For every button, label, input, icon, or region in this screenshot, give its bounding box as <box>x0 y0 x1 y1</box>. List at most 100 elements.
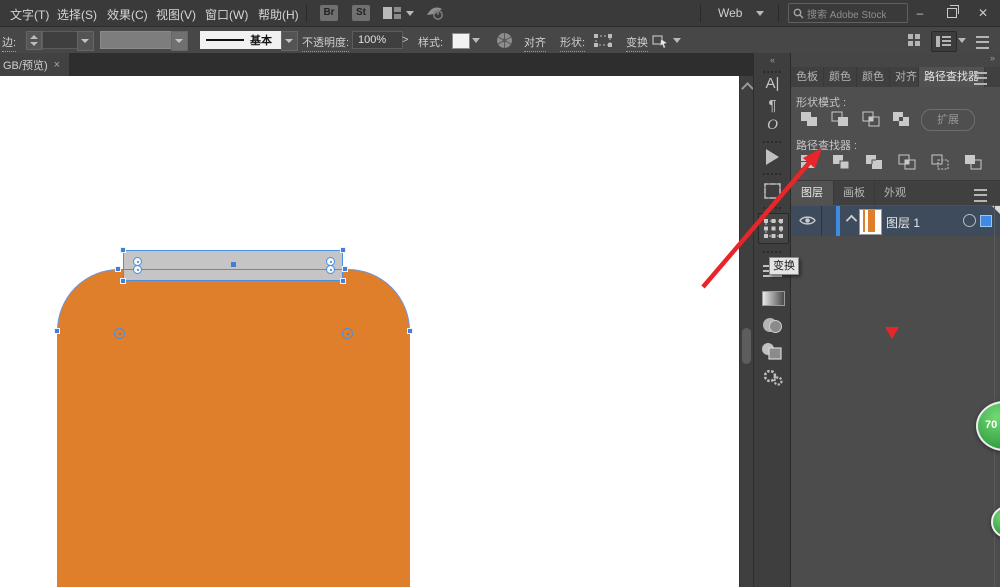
style-chevron-icon[interactable] <box>472 38 480 43</box>
layer-selected-indicator[interactable] <box>980 215 992 227</box>
minimize-button[interactable]: – <box>905 0 935 26</box>
minus-front-icon[interactable] <box>830 110 850 128</box>
character-panel-icon[interactable]: A| <box>754 75 791 92</box>
corner-widget[interactable] <box>114 328 125 339</box>
corner-widget[interactable] <box>342 328 353 339</box>
panel-grip[interactable] <box>763 141 781 143</box>
corner-widget[interactable] <box>326 265 335 274</box>
artboards-panel-icon[interactable] <box>762 181 783 201</box>
opentype-panel-icon[interactable]: O <box>754 117 791 134</box>
transform-chevron-icon[interactable] <box>673 38 681 43</box>
unite-icon[interactable] <box>799 110 819 128</box>
divide-icon[interactable] <box>798 153 818 171</box>
pathfinder-panel-icon[interactable] <box>761 341 784 362</box>
anchor-point[interactable] <box>115 266 121 272</box>
tab-align[interactable]: 对齐 <box>890 67 919 87</box>
menu-help[interactable]: 帮助(H) <box>258 6 299 23</box>
selection-handle[interactable] <box>120 278 126 284</box>
layers-panel-menu-icon[interactable] <box>974 189 987 202</box>
variable-width-dropdown[interactable] <box>100 31 172 49</box>
collapse-panels-icon[interactable]: » <box>990 53 995 63</box>
menu-type[interactable]: 文字(T) <box>10 6 49 23</box>
align-link[interactable]: 对齐 <box>524 34 546 52</box>
arrange-documents-icon[interactable] <box>908 34 921 47</box>
tab-color-guide[interactable]: 颜色 <box>857 67 890 87</box>
layer-thumbnail[interactable] <box>859 209 882 235</box>
corner-widget[interactable] <box>133 265 142 274</box>
anchor-point[interactable] <box>407 328 413 334</box>
layout-chevron-icon[interactable] <box>406 11 414 16</box>
brush-definition-chevron-icon[interactable] <box>281 31 298 51</box>
pathfinder-panel-menu-icon[interactable] <box>974 72 987 85</box>
layer-name[interactable]: 图层 1 <box>886 214 920 231</box>
transform-panel-icon[interactable] <box>758 213 789 244</box>
tab-swatches[interactable]: 色板 <box>791 67 824 87</box>
symbols-panel-icon[interactable] <box>761 367 784 387</box>
tab-appearance[interactable]: 外观 <box>875 181 915 205</box>
exclude-icon[interactable] <box>891 110 911 128</box>
selection-handle[interactable] <box>120 247 126 253</box>
bridge-button[interactable]: Br <box>320 5 338 21</box>
panel-grip[interactable] <box>763 207 781 209</box>
selection-handle[interactable] <box>340 247 346 253</box>
share-screen-icon[interactable] <box>426 5 444 21</box>
anchor-point[interactable] <box>342 266 348 272</box>
scroll-up-icon[interactable] <box>741 82 754 95</box>
shape-label[interactable]: 形状: <box>560 34 586 52</box>
close-button[interactable]: ✕ <box>968 0 998 26</box>
artwork-orange-rounded-rect[interactable] <box>57 269 410 587</box>
opacity-label[interactable]: 不透明度: <box>302 34 350 52</box>
paragraph-panel-icon[interactable]: ¶ <box>754 97 791 114</box>
canvas-vertical-scrollbar[interactable] <box>739 76 754 587</box>
visibility-eye-icon[interactable] <box>799 214 816 227</box>
workspace-switcher[interactable]: Web <box>718 6 742 20</box>
artboard-canvas[interactable] <box>0 76 739 587</box>
actions-panel-icon[interactable] <box>766 149 779 165</box>
menu-window[interactable]: 窗口(W) <box>205 6 248 23</box>
anchor-point[interactable] <box>54 328 60 334</box>
recolor-artwork-icon[interactable] <box>496 32 513 49</box>
style-swatch[interactable] <box>452 33 470 49</box>
selection-handle[interactable] <box>340 278 346 284</box>
minus-back-icon[interactable] <box>963 153 983 171</box>
opacity-field[interactable]: 100% <box>352 31 403 49</box>
crop-icon[interactable] <box>897 153 917 171</box>
stock-button[interactable]: St <box>352 5 370 21</box>
workspace-panel-icon[interactable] <box>931 31 957 52</box>
scrollbar-thumb[interactable] <box>742 328 751 364</box>
panel-grip[interactable] <box>763 173 781 175</box>
transparency-panel-icon[interactable] <box>761 315 784 335</box>
merge-icon[interactable] <box>864 153 884 171</box>
stroke-label[interactable]: 边: <box>2 34 17 52</box>
gradient-panel-icon[interactable] <box>762 291 785 306</box>
stroke-weight-dropdown[interactable] <box>77 31 94 51</box>
stroke-weight-field[interactable] <box>42 31 78 49</box>
document-tab[interactable]: GB/预览) × <box>0 53 69 76</box>
menu-view[interactable]: 视图(V) <box>156 6 196 23</box>
variable-width-chevron-icon[interactable] <box>171 31 188 51</box>
transform-link[interactable]: 变换 <box>626 34 648 52</box>
tab-artboards[interactable]: 画板 <box>834 181 875 205</box>
workspace-panel-chevron-icon[interactable] <box>958 38 966 43</box>
panel-grip[interactable] <box>763 71 781 73</box>
restore-button[interactable] <box>937 0 967 26</box>
layer-target-icon[interactable] <box>963 214 976 227</box>
layout-icon[interactable] <box>383 7 401 19</box>
control-bar-menu-icon[interactable] <box>976 36 989 49</box>
menu-effect[interactable]: 效果(C) <box>107 6 148 23</box>
stroke-weight-stepper[interactable] <box>26 31 42 50</box>
expand-button[interactable]: 扩展 <box>921 109 975 131</box>
workspace-chevron-icon[interactable] <box>756 11 764 16</box>
tab-color[interactable]: 颜色 <box>824 67 857 87</box>
trim-icon[interactable] <box>831 153 851 171</box>
stock-search-input[interactable]: 搜索 Adobe Stock <box>788 3 908 23</box>
expand-panels-icon[interactable]: « <box>754 55 791 65</box>
menu-select[interactable]: 选择(S) <box>57 6 97 23</box>
brush-definition-select[interactable]: 基本 <box>200 31 286 49</box>
intersect-icon[interactable] <box>861 110 881 128</box>
document-close-icon[interactable]: × <box>54 59 60 71</box>
panel-grip[interactable] <box>763 251 781 253</box>
opacity-expand-button[interactable]: > <box>402 34 408 46</box>
outline-icon[interactable] <box>930 153 950 171</box>
tab-layers[interactable]: 图层 <box>791 181 834 205</box>
